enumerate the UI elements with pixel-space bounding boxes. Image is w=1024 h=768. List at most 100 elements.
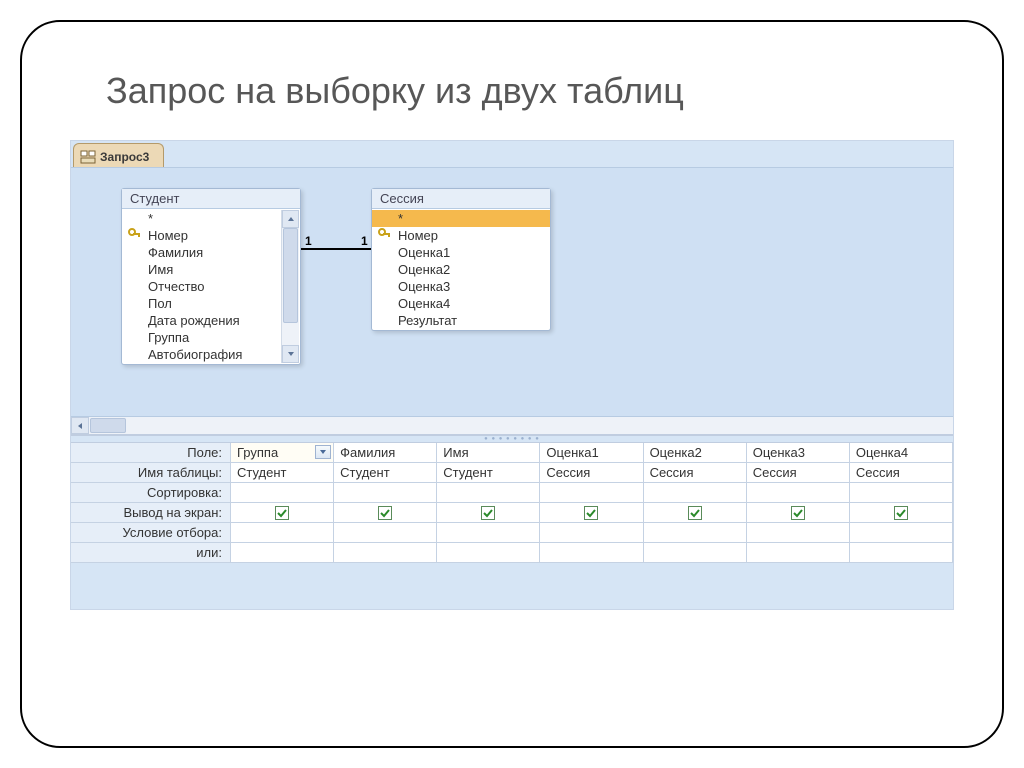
qbe-cell-table[interactable]: Студент <box>437 463 540 483</box>
field-imya[interactable]: Имя <box>122 261 300 278</box>
qbe-label-field: Поле: <box>71 443 231 463</box>
qbe-cell-show[interactable] <box>437 503 540 523</box>
field-list: * Номер Оценка1 Оценка2 Оценка3 Оценка4 … <box>372 209 550 330</box>
qbe-cell-table[interactable]: Сессия <box>747 463 850 483</box>
qbe-cell-or[interactable] <box>644 543 747 563</box>
qbe-cell-criteria[interactable] <box>850 523 953 543</box>
qbe-cell-field[interactable]: Оценка4 <box>850 443 953 463</box>
qbe-label-show: Вывод на экран: <box>71 503 231 523</box>
qbe-cell-sort[interactable] <box>540 483 643 503</box>
checkbox-checked[interactable] <box>275 506 289 520</box>
qbe-grid: Поле: Группа Фамилия Имя Оценка1 Оценка2… <box>71 443 953 563</box>
table-header: Сессия <box>372 189 550 209</box>
field-pol[interactable]: Пол <box>122 295 300 312</box>
qbe-cell-field[interactable]: Оценка2 <box>644 443 747 463</box>
qbe-cell-sort[interactable] <box>334 483 437 503</box>
field-ocenka3[interactable]: Оценка3 <box>372 278 550 295</box>
qbe-cell-show[interactable] <box>231 503 334 523</box>
scroll-track[interactable] <box>282 228 299 345</box>
query-icon <box>80 149 96 165</box>
scroll-thumb[interactable] <box>283 228 298 323</box>
qbe-cell-criteria[interactable] <box>540 523 643 543</box>
field-autobio[interactable]: Автобиография <box>122 346 300 363</box>
qbe-cell-or[interactable] <box>850 543 953 563</box>
tab-query3[interactable]: Запрос3 <box>73 143 164 167</box>
splitter[interactable]: ● ● ● ● ● ● ● ● <box>71 435 953 443</box>
scroll-track[interactable] <box>127 417 953 434</box>
qbe-cell-or[interactable] <box>540 543 643 563</box>
table-session[interactable]: Сессия * Номер Оценка1 Оценка2 Оценка3 О… <box>371 188 551 331</box>
field-ocenka1[interactable]: Оценка1 <box>372 244 550 261</box>
qbe-cell-criteria[interactable] <box>334 523 437 543</box>
qbe-cell-or[interactable] <box>334 543 437 563</box>
qbe-cell-sort[interactable] <box>437 483 540 503</box>
qbe-cell-sort[interactable] <box>231 483 334 503</box>
field-ocenka4[interactable]: Оценка4 <box>372 295 550 312</box>
tab-bar: Запрос3 <box>71 141 953 167</box>
qbe-cell-or[interactable] <box>437 543 540 563</box>
scroll-left-button[interactable] <box>71 417 89 434</box>
qbe-cell-show[interactable] <box>540 503 643 523</box>
qbe-cell-field[interactable]: Имя <box>437 443 540 463</box>
qbe-cell-show[interactable] <box>334 503 437 523</box>
qbe-cell-sort[interactable] <box>850 483 953 503</box>
qbe-cell-field[interactable]: Группа <box>231 443 334 463</box>
cardinality-right: 1 <box>361 234 368 248</box>
key-icon <box>128 228 142 242</box>
slide: Запрос на выборку из двух таблиц Запрос3 <box>0 0 1024 768</box>
qbe-cell-show[interactable] <box>747 503 850 523</box>
scroll-thumb[interactable] <box>90 418 126 433</box>
field-dob[interactable]: Дата рождения <box>122 312 300 329</box>
relationship-line[interactable] <box>301 248 371 250</box>
qbe-cell-criteria[interactable] <box>747 523 850 543</box>
field-otchestvo[interactable]: Отчество <box>122 278 300 295</box>
cell-value: Группа <box>237 445 278 460</box>
qbe-cell-table[interactable]: Студент <box>334 463 437 483</box>
slide-content: Запрос на выборку из двух таблиц Запрос3 <box>20 20 1004 748</box>
hscrollbar[interactable] <box>71 417 953 435</box>
diagram-pane[interactable]: Студент * Номер Фамилия Имя Отчество Пол <box>71 167 953 417</box>
checkbox-checked[interactable] <box>791 506 805 520</box>
table-student[interactable]: Студент * Номер Фамилия Имя Отчество Пол <box>121 188 301 365</box>
qbe-label-or: или: <box>71 543 231 563</box>
tab-label: Запрос3 <box>100 150 149 164</box>
field-nomer[interactable]: Номер <box>372 227 550 244</box>
qbe-cell-table[interactable]: Сессия <box>540 463 643 483</box>
checkbox-checked[interactable] <box>481 506 495 520</box>
field-ocenka2[interactable]: Оценка2 <box>372 261 550 278</box>
qbe-cell-criteria[interactable] <box>437 523 540 543</box>
field-label: Номер <box>398 228 438 243</box>
cardinality-left: 1 <box>305 234 312 248</box>
field-label: Номер <box>148 228 188 243</box>
field-rezultat[interactable]: Результат <box>372 312 550 329</box>
checkbox-checked[interactable] <box>894 506 908 520</box>
qbe-cell-sort[interactable] <box>644 483 747 503</box>
qbe-cell-criteria[interactable] <box>231 523 334 543</box>
checkbox-checked[interactable] <box>584 506 598 520</box>
scroll-up-button[interactable] <box>282 210 299 228</box>
qbe-cell-show[interactable] <box>644 503 747 523</box>
qbe-cell-table[interactable]: Сессия <box>644 463 747 483</box>
qbe-cell-field[interactable]: Оценка1 <box>540 443 643 463</box>
qbe-cell-field[interactable]: Оценка3 <box>747 443 850 463</box>
field-nomer[interactable]: Номер <box>122 227 300 244</box>
qbe-cell-field[interactable]: Фамилия <box>334 443 437 463</box>
scrollbar[interactable] <box>281 210 299 363</box>
field-gruppa[interactable]: Группа <box>122 329 300 346</box>
splitter-grip-icon: ● ● ● ● ● ● ● ● <box>484 436 540 442</box>
qbe-cell-criteria[interactable] <box>644 523 747 543</box>
field-star[interactable]: * <box>372 210 550 227</box>
qbe-cell-show[interactable] <box>850 503 953 523</box>
checkbox-checked[interactable] <box>378 506 392 520</box>
scroll-down-button[interactable] <box>282 345 299 363</box>
dropdown-icon[interactable] <box>315 445 331 459</box>
field-familiya[interactable]: Фамилия <box>122 244 300 261</box>
qbe-cell-table[interactable]: Сессия <box>850 463 953 483</box>
qbe-cell-or[interactable] <box>747 543 850 563</box>
qbe-cell-sort[interactable] <box>747 483 850 503</box>
qbe-cell-or[interactable] <box>231 543 334 563</box>
page-title: Запрос на выборку из двух таблиц <box>106 70 954 112</box>
checkbox-checked[interactable] <box>688 506 702 520</box>
qbe-cell-table[interactable]: Студент <box>231 463 334 483</box>
field-star[interactable]: * <box>122 210 300 227</box>
